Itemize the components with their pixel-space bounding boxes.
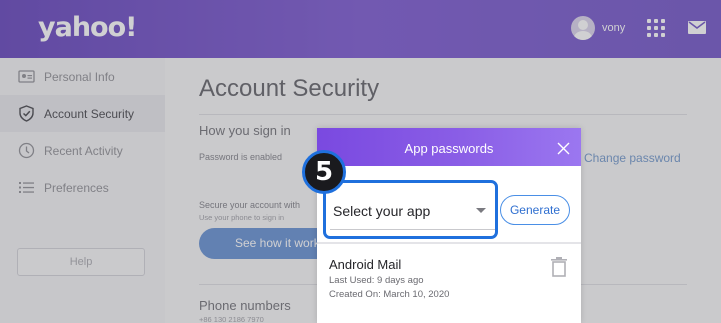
app-password-name: Android Mail [329, 257, 402, 272]
dialog-header: App passwords [317, 128, 581, 166]
divider [317, 242, 581, 244]
step-highlight-box [323, 180, 498, 239]
dialog-title: App passwords [404, 141, 494, 156]
app-password-last-used: Last Used: 9 days ago [329, 275, 424, 286]
app-password-created: Created On: March 10, 2020 [329, 289, 450, 300]
generate-button[interactable]: Generate [500, 195, 570, 225]
trash-icon[interactable] [550, 257, 568, 277]
step-badge: 5 [302, 150, 346, 194]
close-icon[interactable] [557, 142, 570, 155]
